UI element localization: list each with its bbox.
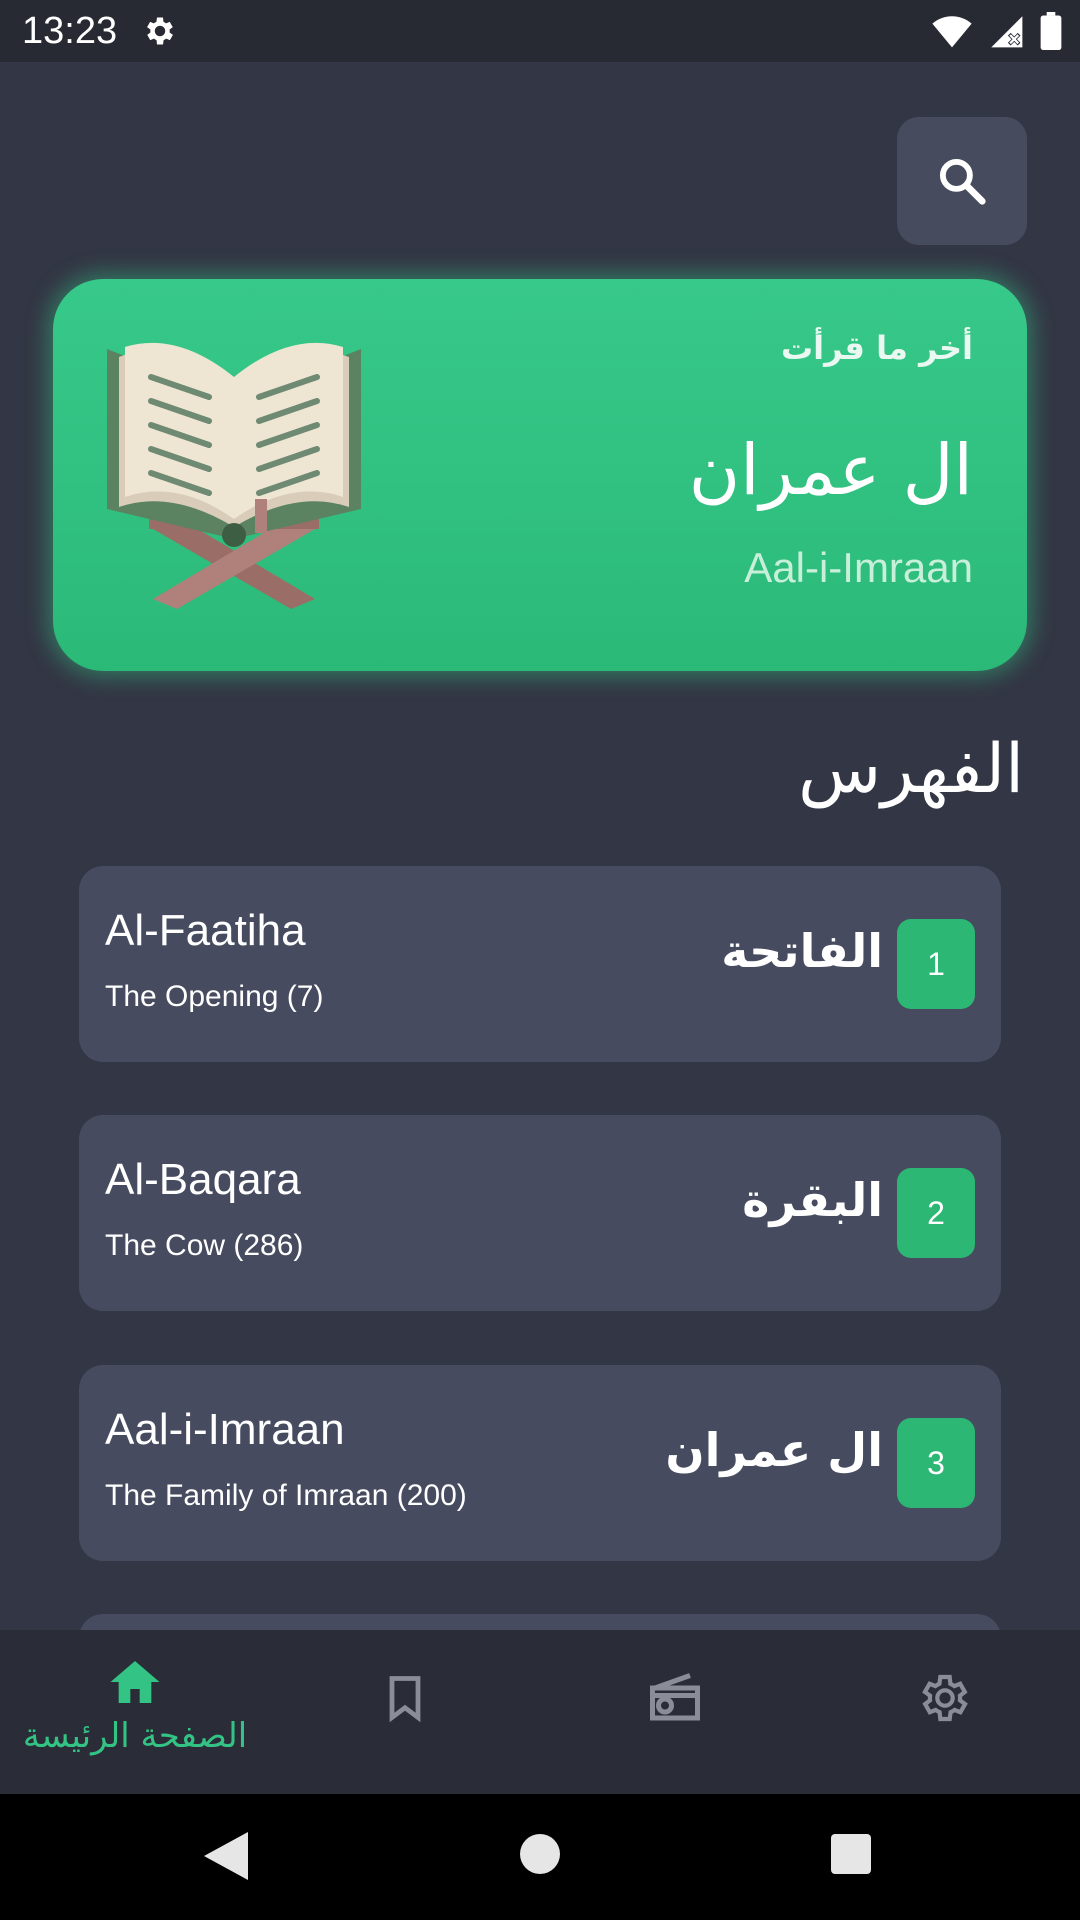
surah-name-english: Al-Faatiha bbox=[105, 906, 306, 955]
last-read-card[interactable]: أخر ما قرأت ال عمران Aal-i-Imraan bbox=[53, 279, 1027, 671]
home-circle-icon[interactable] bbox=[520, 1834, 560, 1874]
last-read-surah-english: Aal-i-Imraan bbox=[744, 544, 973, 591]
bookmark-icon bbox=[389, 1676, 421, 1723]
status-time: 13:23 bbox=[22, 10, 118, 52]
wifi-icon bbox=[932, 16, 972, 48]
nav-home[interactable]: الصفحة الرئيسة bbox=[0, 1630, 270, 1794]
nav-bookmarks[interactable] bbox=[270, 1630, 540, 1794]
recents-icon[interactable] bbox=[831, 1834, 871, 1874]
surah-name-arabic: ال عمران bbox=[665, 1423, 883, 1477]
surah-number-badge: 3 bbox=[897, 1418, 975, 1508]
surah-name-arabic: الفاتحة bbox=[721, 924, 883, 978]
last-read-surah-arabic: ال عمران bbox=[688, 429, 973, 511]
radio-icon bbox=[650, 1673, 700, 1721]
system-navigation-bar bbox=[0, 1794, 1080, 1920]
surah-subtitle: The Cow (286) bbox=[105, 1229, 304, 1262]
quran-book-icon bbox=[107, 342, 361, 609]
back-icon[interactable] bbox=[204, 1832, 248, 1880]
surah-name-arabic: البقرة bbox=[742, 1173, 883, 1227]
search-button[interactable] bbox=[897, 117, 1027, 245]
battery-icon bbox=[1040, 12, 1062, 50]
surah-subtitle: The Family of Imraan (200) bbox=[105, 1479, 467, 1512]
surah-card-3[interactable]: Aal-i-Imraan The Family of Imraan (200) … bbox=[79, 1365, 1001, 1561]
nav-settings[interactable] bbox=[810, 1630, 1080, 1794]
surah-name-english: Aal-i-Imraan bbox=[105, 1405, 345, 1454]
surah-card-2[interactable]: Al-Baqara The Cow (286) البقرة 2 bbox=[79, 1115, 1001, 1311]
surah-list[interactable]: Al-Faatiha The Opening (7) الفاتحة 1 Al-… bbox=[79, 866, 1001, 1630]
signal-icon bbox=[991, 16, 1023, 48]
surah-name-english: Al-Baqara bbox=[105, 1155, 301, 1204]
home-icon bbox=[110, 1661, 160, 1703]
last-read-label: أخر ما قرأت bbox=[780, 329, 973, 367]
settings-icon bbox=[922, 1674, 968, 1722]
surah-subtitle: The Opening (7) bbox=[105, 980, 324, 1013]
status-bar: 13:23 bbox=[0, 0, 1080, 62]
index-title: الفهرس bbox=[798, 730, 1024, 809]
bottom-navigation: الصفحة الرئيسة bbox=[0, 1630, 1080, 1794]
surah-card-partial[interactable] bbox=[79, 1614, 1001, 1630]
surah-number-badge: 2 bbox=[897, 1168, 975, 1258]
search-icon bbox=[939, 158, 986, 205]
gear-icon bbox=[147, 17, 173, 45]
nav-home-label: الصفحة الرئيسة bbox=[22, 1716, 248, 1756]
nav-radio[interactable] bbox=[540, 1630, 810, 1794]
surah-card-1[interactable]: Al-Faatiha The Opening (7) الفاتحة 1 bbox=[79, 866, 1001, 1062]
surah-number-badge: 1 bbox=[897, 919, 975, 1009]
